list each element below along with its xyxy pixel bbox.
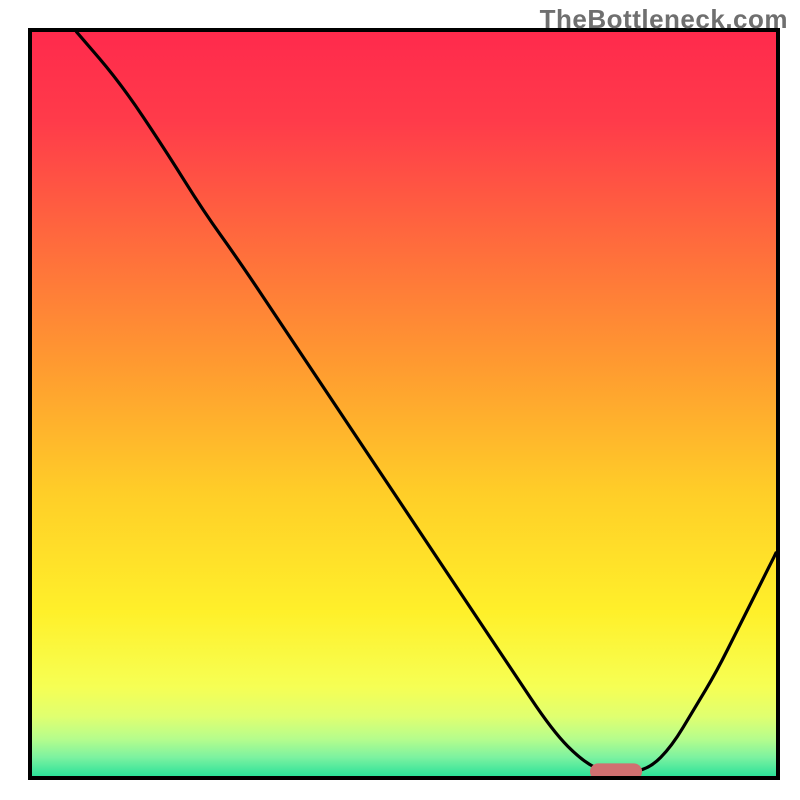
chart-svg: [32, 32, 776, 776]
chart-frame: TheBottleneck.com: [0, 0, 800, 800]
gradient-background: [32, 32, 776, 776]
optimum-marker: [590, 763, 642, 776]
plot-area: [28, 28, 780, 780]
watermark-text: TheBottleneck.com: [540, 4, 788, 35]
